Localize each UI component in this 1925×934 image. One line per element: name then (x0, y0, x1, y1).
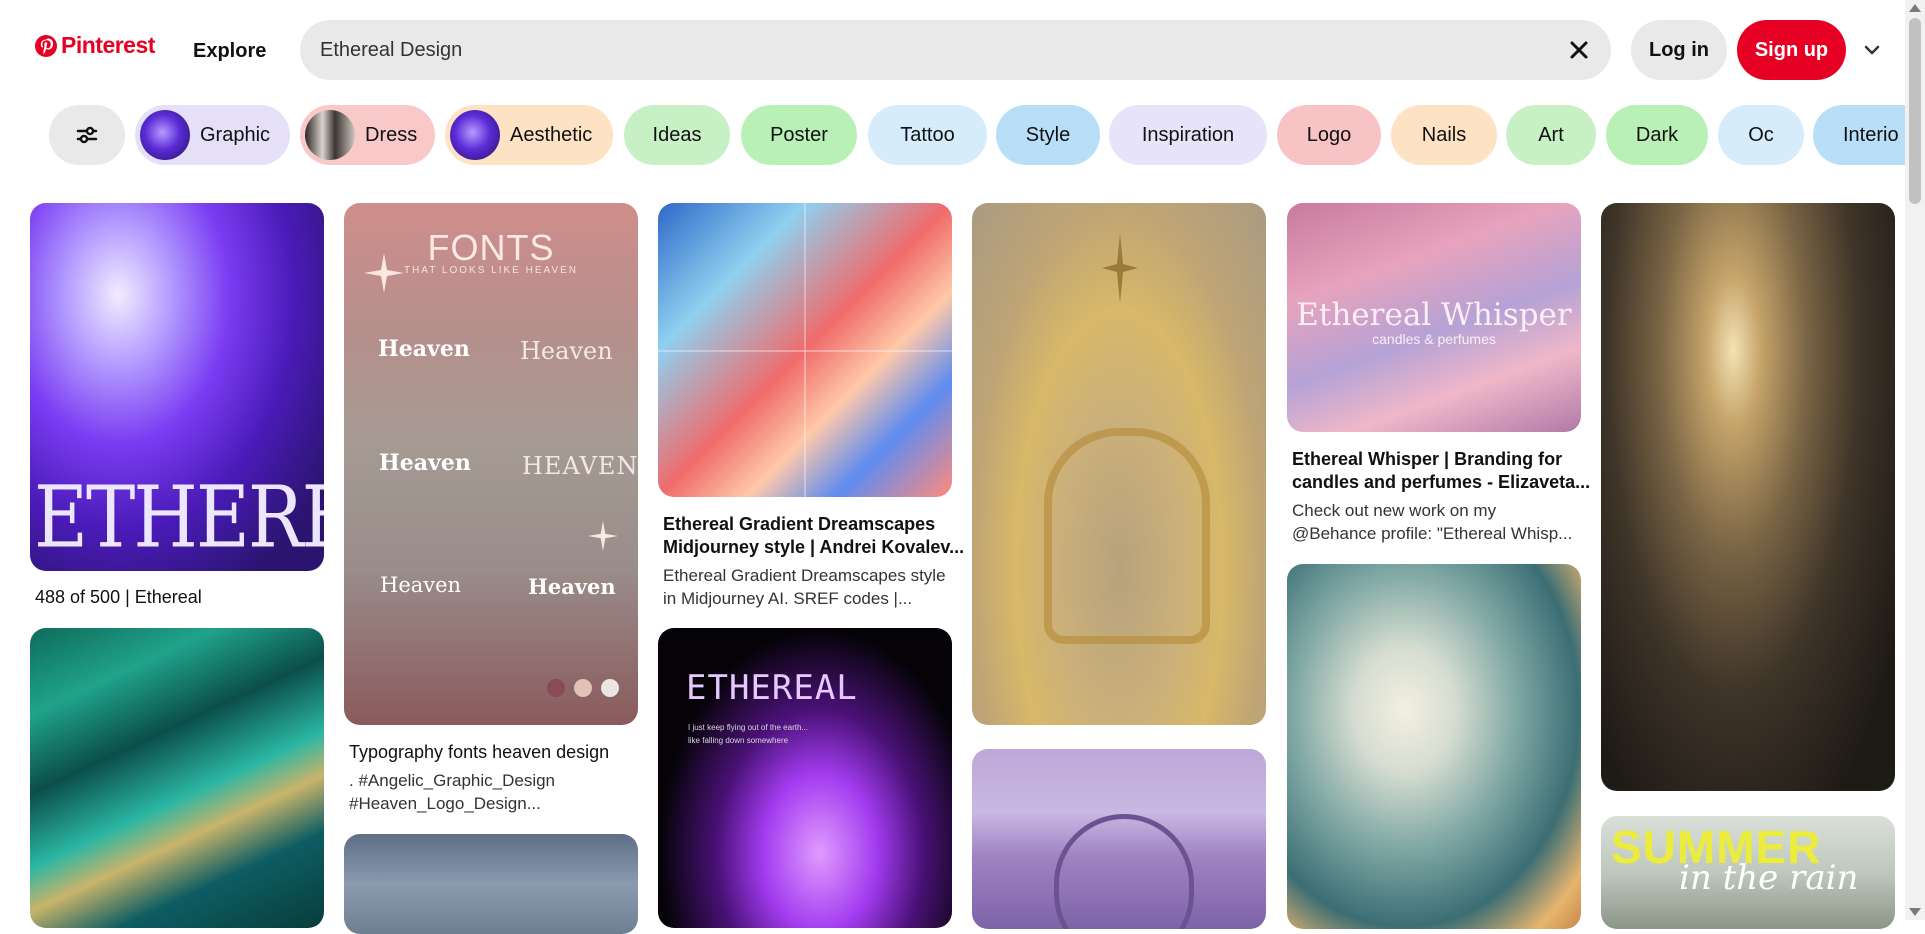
scroll-down-arrow[interactable] (1909, 908, 1921, 916)
halo-frame (1044, 428, 1210, 644)
pin-overlay-text: ETHEREAL (34, 468, 324, 568)
scroll-thumb[interactable] (1909, 18, 1921, 204)
chip-label: Interio (1843, 123, 1899, 146)
chip-interior[interactable]: Interio (1813, 105, 1905, 165)
chevron-down-icon[interactable] (1862, 40, 1882, 60)
pin-image (30, 628, 324, 928)
chip-dress[interactable]: Dress (300, 105, 435, 165)
chip-label: Art (1538, 123, 1564, 146)
top-bar: Pinterest Explore Ethereal Design Log in… (0, 0, 1905, 100)
pin-overlay-subtitle: candles & perfumes (1372, 331, 1496, 347)
divider (658, 350, 952, 352)
pin-overlay-word: Heaven (528, 574, 616, 599)
pin-description: Ethereal Gradient Dreamscapes style (663, 566, 946, 585)
pin-description: in Midjourney AI. SREF codes |... (663, 589, 913, 608)
chip-label: Oc (1748, 123, 1774, 146)
chip-label: Poster (770, 123, 828, 146)
chip-thumbnail (305, 110, 355, 160)
pinterest-logo-icon (35, 34, 57, 57)
pin-image (344, 834, 638, 934)
chip-label: Logo (1306, 123, 1352, 146)
chip-aesthetic[interactable]: Aesthetic (445, 105, 613, 165)
pin-description: #Heaven_Logo_Design... (349, 794, 541, 813)
pin-overlay-word: HEAVEN (522, 452, 638, 480)
pin-overlay-title: Ethereal Whisper (1296, 297, 1572, 333)
sparkle-icon (364, 253, 404, 293)
chip-label: Inspiration (1141, 123, 1235, 146)
explore-link[interactable]: Explore (193, 40, 266, 63)
pin-image (1601, 203, 1895, 791)
chip-label: Tattoo (900, 123, 955, 146)
pin-card[interactable]: ETHEREAL (30, 203, 324, 571)
chip-tattoo[interactable]: Tattoo (868, 105, 987, 165)
page-scrollbar[interactable] (1905, 0, 1925, 920)
filter-button[interactable] (49, 105, 125, 165)
chip-label: Graphic (200, 123, 271, 146)
pin-overlay-line: like falling down somewhere (688, 736, 789, 745)
pin-card[interactable] (972, 749, 1266, 929)
chip-label: Style (1025, 123, 1071, 146)
star-icon (1102, 233, 1138, 303)
chip-dark[interactable]: Dark (1606, 105, 1708, 165)
pin-card[interactable]: SUMMER in the rain (1601, 816, 1895, 929)
chip-inspiration[interactable]: Inspiration (1109, 105, 1267, 165)
pin-card[interactable] (1601, 203, 1895, 791)
pin-description: Check out new work on my (1292, 501, 1497, 520)
chip-label: Dark (1635, 123, 1679, 146)
search-input[interactable]: Ethereal Design (320, 39, 462, 62)
chip-label: Ideas (652, 123, 702, 146)
chip-style[interactable]: Style (996, 105, 1100, 165)
pin-card[interactable] (1287, 564, 1581, 929)
chip-nails[interactable]: Nails (1391, 105, 1497, 165)
chip-label: Dress (365, 123, 418, 146)
palette-swatch (574, 679, 592, 697)
signup-button[interactable]: Sign up (1737, 20, 1846, 80)
chip-oc[interactable]: Oc (1718, 105, 1804, 165)
pin-overlay-word: Heaven (380, 573, 462, 597)
pin-description: @Behance profile: "Ethereal Whisp... (1292, 524, 1573, 543)
pin-overlay-subtitle: in the rain (1679, 858, 1859, 898)
pin-title[interactable]: candles and perfumes - Elizaveta... (1292, 471, 1590, 494)
pin-description: . #Angelic_Graphic_Design (349, 771, 556, 790)
pin-card[interactable]: ETHEREAL I just keep flying out of the e… (658, 628, 952, 928)
chip-thumbnail (450, 110, 500, 160)
pin-card[interactable] (30, 628, 324, 928)
chip-ideas[interactable]: Ideas (624, 105, 730, 165)
pin-title[interactable]: Ethereal Gradient Dreamscapes (663, 513, 935, 536)
sliders-icon (76, 126, 98, 144)
pin-title[interactable]: Midjourney style | Andrei Kovalev... (663, 536, 964, 559)
pin-overlay-word: Heaven (520, 337, 613, 365)
login-button[interactable]: Log in (1631, 20, 1727, 80)
pin-overlay-word: Heaven (378, 336, 470, 362)
pin-overlay-line: I just keep flying out of the earth... (688, 723, 809, 732)
palette-swatch (547, 679, 565, 697)
pin-card[interactable]: FONTS THAT LOOKS LIKE HEAVEN Heaven Heav… (344, 203, 638, 725)
chip-label: Nails (1421, 123, 1467, 146)
palette-swatch (601, 679, 619, 697)
pin-card[interactable]: Ethereal Whisper candles & perfumes (1287, 203, 1581, 432)
chip-art[interactable]: Art (1506, 105, 1596, 165)
pin-overlay-word: Heaven (379, 450, 471, 476)
pin-card[interactable] (972, 203, 1266, 725)
chip-label: Aesthetic (510, 123, 593, 146)
pin-card[interactable] (344, 834, 638, 934)
chip-logo[interactable]: Logo (1277, 105, 1381, 165)
pin-title[interactable]: 488 of 500 | Ethereal (35, 586, 202, 609)
pin-card[interactable] (658, 203, 952, 497)
pin-overlay-text: ETHEREAL (686, 668, 858, 708)
search-bar[interactable]: Ethereal Design (300, 20, 1611, 80)
clear-icon[interactable] (1567, 38, 1591, 62)
filter-chips-row: Graphic Dress Aesthetic Ideas Poster Tat… (0, 105, 1905, 165)
logo-text: Pinterest (61, 32, 155, 58)
pin-title[interactable]: Typography fonts heaven design (349, 741, 609, 764)
pin-title[interactable]: Ethereal Whisper | Branding for (1292, 448, 1562, 471)
chip-thumbnail (140, 110, 190, 160)
pin-image (1287, 564, 1581, 929)
chip-poster[interactable]: Poster (741, 105, 857, 165)
scroll-up-arrow[interactable] (1909, 4, 1921, 12)
sparkle-icon (588, 521, 618, 551)
pinterest-logo[interactable]: Pinterest (34, 32, 155, 59)
chip-graphic[interactable]: Graphic (135, 105, 290, 165)
